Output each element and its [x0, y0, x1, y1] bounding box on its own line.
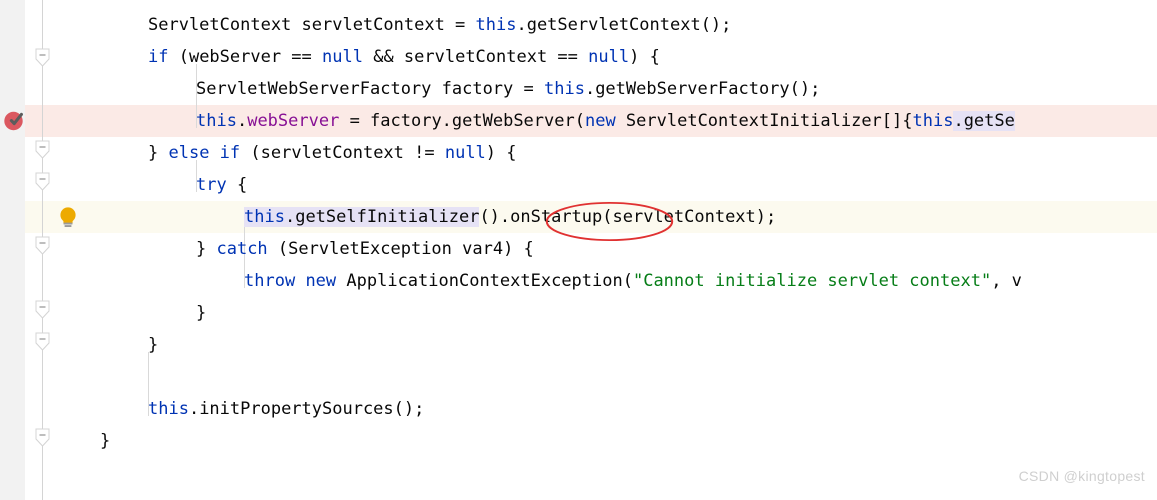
code-token-plain: (ServletException var4) { [267, 239, 534, 259]
code-token-keyword: this [148, 399, 189, 419]
fold-marker-icon[interactable] [35, 236, 50, 255]
code-line[interactable]: } catch (ServletException var4) { [0, 233, 534, 265]
code-token-plain: } [196, 303, 207, 323]
fold-marker-icon[interactable] [35, 332, 50, 351]
code-token-plain: = factory.getWebServer( [339, 111, 585, 131]
code-token-keyword: catch [216, 239, 268, 259]
code-token-plain: ServletWebServerFactory factory = [196, 79, 544, 99]
code-token-plain: .getWebServerFactory(); [584, 79, 821, 99]
code-token-plain: getSelfInitializer [295, 207, 480, 227]
code-token-keyword: new [305, 271, 337, 291]
code-line[interactable]: throw new ApplicationContextException("C… [0, 265, 1022, 297]
code-editor[interactable]: ServletContext servletContext = this.get… [0, 0, 1157, 500]
code-token-plain: .getSe [953, 111, 1015, 131]
code-token-field: webServer [247, 111, 340, 131]
code-token-keyword: this [475, 15, 517, 35]
code-token-plain: ) { [629, 47, 660, 67]
code-token-plain: { [226, 175, 248, 195]
code-token-plain: . [236, 111, 248, 131]
code-token-keyword: null [322, 47, 363, 67]
code-token-plain: ) { [485, 143, 517, 163]
code-line[interactable]: ServletContext servletContext = this.get… [0, 9, 731, 41]
code-line[interactable]: this.webServer = factory.getWebServer(ne… [0, 105, 1015, 137]
code-token-plain: ServletContextInitializer[]{ [615, 111, 913, 131]
code-token-keyword: throw [244, 271, 296, 291]
fold-marker-icon[interactable] [35, 140, 50, 159]
editor-gutter-strip[interactable] [0, 0, 25, 500]
code-line[interactable]: ServletWebServerFactory factory = this.g… [0, 73, 820, 105]
code-token-plain: , v [991, 271, 1022, 291]
code-line[interactable]: } [0, 297, 206, 329]
code-token-plain: } [100, 431, 111, 451]
code-token-keyword: this [244, 207, 285, 227]
code-token-plain: . [284, 207, 296, 227]
code-token-keyword: if [148, 47, 169, 67]
watermark: CSDN @kingtopest [1018, 468, 1145, 484]
code-line[interactable]: this.getSelfInitializer().onStartup(serv… [0, 201, 776, 233]
code-text-layer[interactable]: ServletContext servletContext = this.get… [0, 0, 1157, 500]
code-token-keyword: else if [168, 143, 241, 163]
code-token-plain: .getServletContext(); [516, 15, 732, 35]
code-line[interactable]: if (webServer == null && servletContext … [0, 41, 660, 73]
code-token-keyword: null [588, 47, 630, 67]
code-token-plain: (servletContext != [240, 143, 445, 163]
intention-bulb-icon[interactable] [57, 205, 79, 229]
code-token-plain: .initPropertySources(); [188, 399, 425, 419]
code-token-plain: && servletContext == [362, 47, 589, 67]
code-token-plain: (webServer == [168, 47, 323, 67]
code-token-keyword: this [912, 111, 954, 131]
code-token-keyword: this [196, 111, 237, 131]
code-token-keyword: this [544, 79, 585, 99]
code-token-string: "Cannot initialize servlet context" [632, 271, 992, 291]
code-token-plain: } [148, 335, 159, 355]
breakpoint-icon[interactable] [3, 108, 27, 132]
fold-marker-icon[interactable] [35, 428, 50, 447]
code-token-keyword: null [444, 143, 486, 163]
code-token-keyword: new [584, 111, 616, 131]
code-token-plain: } [196, 239, 217, 259]
code-line[interactable]: this.initPropertySources(); [0, 393, 424, 425]
fold-marker-icon[interactable] [35, 300, 50, 319]
fold-marker-icon[interactable] [35, 48, 50, 67]
code-token-plain: } [148, 143, 169, 163]
fold-marker-icon[interactable] [35, 172, 50, 191]
code-token-keyword: try [196, 175, 227, 195]
code-token-plain: ().onStartup(servletContext); [479, 207, 777, 227]
code-token-plain: ApplicationContextException( [336, 271, 633, 291]
code-line[interactable]: } else if (servletContext != null) { [0, 137, 517, 169]
code-token-plain: ServletContext servletContext = [148, 15, 476, 35]
